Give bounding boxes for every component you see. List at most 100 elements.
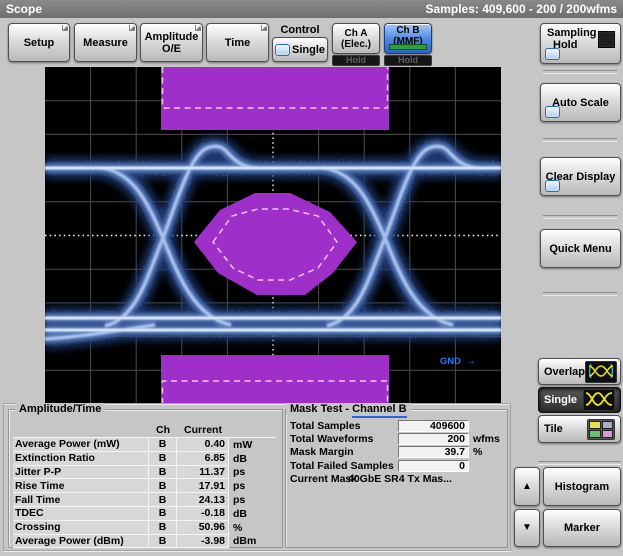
mask-test-panel: Mask Test - Channel B Total Samples 4096… (285, 409, 508, 548)
measurement-row: Average Power (mW) B 0.40 mW (13, 437, 276, 452)
row-value: 50.96 (177, 521, 229, 535)
row-channel: B (149, 452, 177, 466)
row-unit: dB (229, 452, 247, 466)
single-label: Single (544, 394, 577, 406)
row-channel: B (149, 466, 177, 480)
ch-b-active-indicator (389, 44, 427, 50)
row-channel: B (149, 521, 177, 535)
gnd-label: GND (440, 356, 461, 367)
control-ch-single-toggle[interactable]: Single (272, 37, 328, 62)
ch-b-button[interactable]: Ch B (MMF) (384, 23, 432, 54)
mask-bottom (161, 355, 389, 404)
row-label: Average Power (mW) (13, 438, 149, 452)
amplitude-oe-button[interactable]: Amplitude O/E (140, 23, 203, 62)
setup-label: Setup (24, 37, 55, 49)
measure-label: Measure (83, 37, 128, 49)
row-value: -0.18 (177, 507, 229, 521)
ch-a-button[interactable]: Ch A (Elec.) (332, 23, 380, 54)
measurement-row: Crossing B 50.96 % (13, 521, 276, 535)
mask-row: Mask Margin 39.7 % (290, 446, 503, 459)
view-overlap-button[interactable]: Overlap (538, 358, 621, 385)
tile-pink (602, 430, 614, 438)
ch-a-hold-label: Hold (346, 55, 366, 65)
amplitude-time-panel: Amplitude/Time Ch Current Average Power … (8, 409, 283, 548)
mask-test-channel: Channel B (352, 403, 406, 418)
row-label: Average Power (dBm) (13, 535, 149, 549)
row-label: Extinction Ratio (13, 452, 149, 466)
view-tile-button[interactable]: Tile (538, 415, 621, 443)
row-channel: B (149, 479, 177, 493)
tile-label: Tile (544, 423, 563, 435)
row-channel: B (149, 493, 177, 507)
checkbox-icon (275, 44, 290, 56)
auto-scale-button[interactable]: Auto Scale (540, 83, 621, 122)
measurement-row: Jitter P-P B 11.37 ps (13, 466, 276, 480)
ch-b-hold-button[interactable]: Hold (384, 55, 432, 66)
row-channel: B (149, 535, 177, 549)
mask-test-title: Mask Test - Channel B (286, 403, 411, 415)
control-ch-single-label: Single (292, 44, 325, 56)
divider (543, 292, 617, 296)
ch-b-label: Ch B (396, 25, 419, 36)
ch-a-hold-button[interactable]: Hold (332, 55, 380, 66)
column-header-current: Current (177, 424, 229, 436)
overlap-label: Overlap (544, 366, 585, 378)
mask-top (161, 67, 389, 130)
divider (543, 215, 617, 219)
sampling-hold-button[interactable]: Sampling Hold (540, 23, 621, 64)
scroll-up-button[interactable]: ▲ (514, 467, 540, 506)
divider (543, 138, 617, 142)
row-unit: mW (229, 438, 252, 452)
row-value: -3.98 (177, 535, 229, 549)
row-label: TDEC (13, 507, 149, 521)
amplitude-panel-title: Amplitude/Time (15, 403, 105, 415)
row-unit: % (229, 521, 242, 535)
setup-button[interactable]: Setup (8, 23, 70, 62)
measurement-row: Extinction Ratio B 6.85 dB (13, 452, 276, 466)
row-unit: dBm (229, 535, 256, 549)
amplitude-label-2: O/E (162, 43, 181, 55)
row-channel: B (149, 438, 177, 452)
menu-corner-icon (62, 25, 68, 31)
time-label: Time (225, 37, 250, 49)
current-mask-value: 40GbE SR4 Tx Mas... (348, 473, 452, 485)
eye-overlap-icon (585, 361, 617, 383)
gnd-arrow-icon: → (466, 356, 476, 367)
menu-corner-icon (261, 25, 267, 31)
view-single-button[interactable]: Single (538, 387, 621, 413)
tile-blue (602, 421, 614, 429)
ch-a-label: Ch A (345, 28, 368, 39)
row-label: Rise Time (13, 479, 149, 493)
tile-yellow (589, 421, 601, 429)
mask-row: Total Waveforms 200 wfms (290, 432, 503, 445)
mask-row-value: 409600 (398, 420, 469, 432)
tile-green (589, 430, 601, 438)
row-value: 6.85 (177, 452, 229, 466)
mask-row-unit: % (469, 446, 482, 458)
mask-row-label: Total Samples (290, 420, 398, 432)
auto-scale-label: Auto Scale (552, 97, 609, 109)
scroll-down-button[interactable]: ▼ (514, 509, 540, 547)
marker-button[interactable]: Marker (543, 509, 621, 547)
eye-single-icon (583, 389, 615, 411)
sampling-label-1: Sampling (547, 27, 597, 39)
marker-label: Marker (564, 522, 600, 534)
measurement-row: Rise Time B 17.91 ps (13, 479, 276, 493)
row-value: 24.13 (177, 493, 229, 507)
measurement-row: Average Power (dBm) B -3.98 dBm (13, 535, 276, 549)
mask-row-label: Total Waveforms (290, 433, 398, 445)
measurement-table-header: Ch Current (13, 424, 276, 437)
quick-menu-button[interactable]: Quick Menu (540, 229, 621, 268)
histogram-button[interactable]: Histogram (543, 467, 621, 506)
divider (538, 461, 621, 465)
measurement-table: Ch Current Average Power (mW) B 0.40 mW … (13, 424, 276, 548)
measurement-row: TDEC B -0.18 dB (13, 507, 276, 521)
row-unit: ps (229, 479, 245, 493)
app-title: Scope (6, 2, 42, 16)
measure-button[interactable]: Measure (74, 23, 137, 62)
amplitude-label-1: Amplitude (145, 31, 199, 43)
row-label: Crossing (13, 521, 149, 535)
clear-display-button[interactable]: Clear Display (540, 157, 621, 196)
time-button[interactable]: Time (206, 23, 269, 62)
title-bar: Scope Samples: 409,600 - 200 / 200wfms (0, 0, 623, 18)
